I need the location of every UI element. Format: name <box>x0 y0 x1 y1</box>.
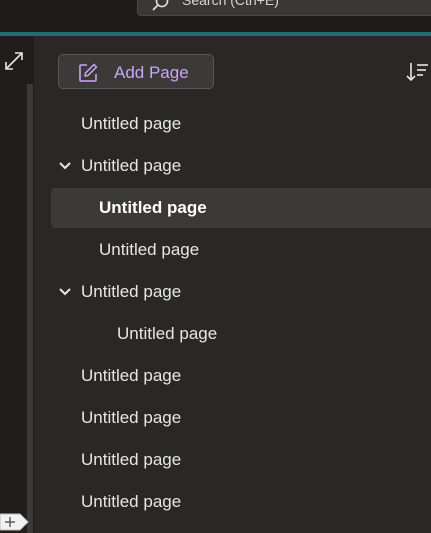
page-item[interactable]: Untitled page <box>51 188 431 228</box>
page-label: Untitled page <box>117 324 218 343</box>
rail-scrollbar[interactable] <box>27 84 33 533</box>
edit-page-icon <box>79 63 98 82</box>
page-item[interactable]: Untitled page <box>51 440 431 480</box>
page-item[interactable]: Untitled page <box>51 230 431 270</box>
chevron-down-icon[interactable] <box>59 287 71 297</box>
chevron-down-icon[interactable] <box>59 161 71 171</box>
page-item[interactable]: Untitled page <box>51 272 431 312</box>
plus-icon[interactable] <box>0 511 30 533</box>
sort-icon[interactable] <box>405 60 429 84</box>
page-label: Untitled page <box>99 240 200 259</box>
page-item[interactable]: Untitled page <box>51 482 431 522</box>
add-page-label: Add Page <box>114 63 189 82</box>
page-label: Untitled page <box>99 198 207 217</box>
title-bar: Search (Ctrl+E) <box>0 0 431 32</box>
navigation-rail <box>0 36 34 533</box>
search-icon <box>152 0 169 11</box>
search-box[interactable]: Search (Ctrl+E) <box>137 0 431 16</box>
page-label: Untitled page <box>81 366 182 385</box>
page-label: Untitled page <box>81 492 182 511</box>
page-label: Untitled page <box>81 282 182 301</box>
pages-panel: Add Page Untitled page Untitled page Untit… <box>34 36 431 533</box>
onenote-pages-pane: Search (Ctrl+E) Add Page Untitled page U… <box>0 0 431 533</box>
page-item[interactable]: Untitled page <box>51 104 431 144</box>
page-label: Untitled page <box>81 408 182 427</box>
page-label: Untitled page <box>81 114 182 133</box>
page-item[interactable]: Untitled page <box>51 398 431 438</box>
page-label: Untitled page <box>81 156 182 175</box>
search-input[interactable]: Search (Ctrl+E) <box>182 0 279 8</box>
page-label: Untitled page <box>81 450 182 469</box>
page-item[interactable]: Untitled page <box>51 356 431 396</box>
page-item[interactable]: Untitled page <box>51 146 431 186</box>
expand-icon[interactable] <box>3 50 25 72</box>
add-page-button[interactable]: Add Page <box>58 54 214 89</box>
page-item[interactable]: Untitled page <box>51 314 431 354</box>
